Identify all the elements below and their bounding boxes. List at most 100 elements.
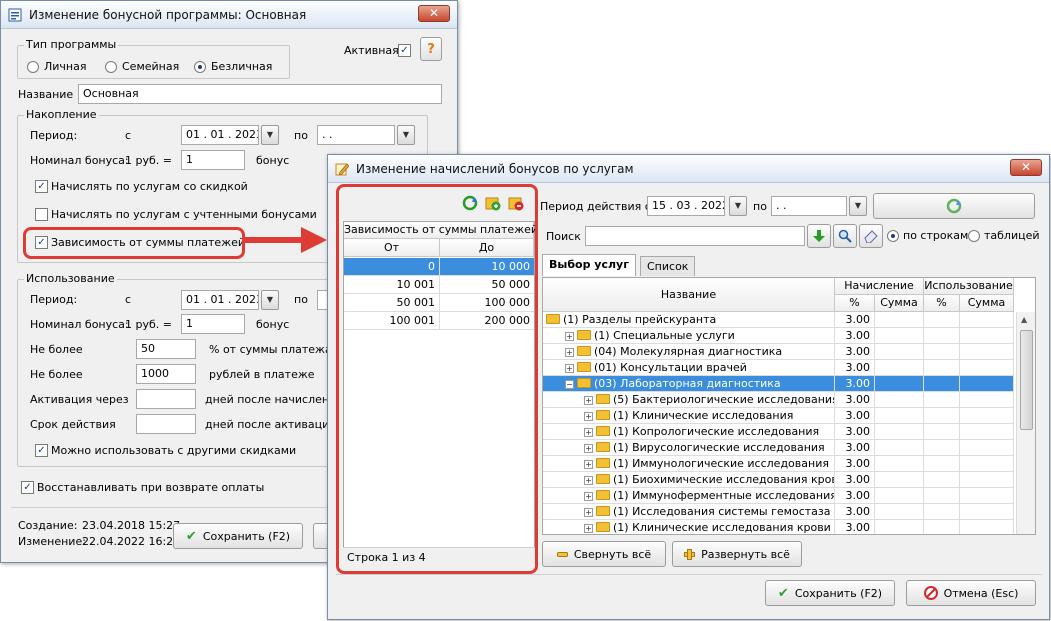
max-rub-input[interactable]: 1000 bbox=[136, 364, 196, 384]
services-row[interactable]: + (04) Молекулярная диагностика 3.00 bbox=[543, 344, 1014, 360]
scrollbar-thumb[interactable] bbox=[1020, 330, 1033, 430]
services-cell-name[interactable]: + (01) Консультации врачей bbox=[543, 360, 835, 376]
services-cell-usage-percent[interactable] bbox=[924, 360, 960, 376]
services-window-titlebar[interactable]: Изменение начислений бонусов по услугам … bbox=[328, 155, 1049, 183]
services-row[interactable]: + (1) Копрологические исследования 3.00 bbox=[543, 424, 1014, 440]
expand-node-icon[interactable]: + bbox=[565, 364, 574, 373]
services-cell-usage-percent[interactable] bbox=[924, 424, 960, 440]
services-row[interactable]: + (5) Бактериологические исследования 3.00 bbox=[543, 392, 1014, 408]
services-cell-accrual-sum[interactable] bbox=[875, 328, 924, 344]
services-cell-usage-sum[interactable] bbox=[960, 472, 1014, 488]
services-cell-usage-percent[interactable] bbox=[924, 472, 960, 488]
collapse-node-icon[interactable]: − bbox=[565, 380, 574, 389]
services-cell-name[interactable]: + (1) Исследования системы гемостаза bbox=[543, 504, 835, 520]
services-cell-usage-sum[interactable] bbox=[960, 504, 1014, 520]
services-cell-name[interactable]: + (1) Клинические исследования bbox=[543, 408, 835, 424]
services-cell-accrual-percent[interactable]: 3.00 bbox=[835, 312, 875, 328]
services-window-close-button[interactable]: ✕ bbox=[1010, 159, 1042, 176]
period-to-input[interactable]: . . bbox=[771, 196, 847, 216]
expand-node-icon[interactable]: + bbox=[584, 412, 593, 421]
services-row[interactable]: + (1) Клинические исследования крови 3.00 bbox=[543, 520, 1014, 534]
services-cell-name[interactable]: + (04) Молекулярная диагностика bbox=[543, 344, 835, 360]
services-cell-name[interactable]: + (1) Иммуноферментные исследования bbox=[543, 488, 835, 504]
services-cell-accrual-sum[interactable] bbox=[875, 488, 924, 504]
services-cell-usage-sum[interactable] bbox=[960, 424, 1014, 440]
services-row[interactable]: − (03) Лабораторная диагностика 3.00 bbox=[543, 376, 1014, 392]
search-by-rows-radio[interactable] bbox=[887, 230, 899, 242]
accum-from-date-input[interactable]: 01 . 01 . 2023 bbox=[181, 125, 259, 145]
services-row[interactable]: + (1) Клинические исследования 3.00 bbox=[543, 408, 1014, 424]
expand-node-icon[interactable]: + bbox=[584, 476, 593, 485]
services-cell-accrual-sum[interactable] bbox=[875, 392, 924, 408]
help-button[interactable]: ? bbox=[420, 37, 442, 61]
services-cell-usage-percent[interactable] bbox=[924, 488, 960, 504]
services-cell-usage-sum[interactable] bbox=[960, 408, 1014, 424]
services-cell-accrual-sum[interactable] bbox=[875, 440, 924, 456]
period-to-dropdown[interactable]: ▼ bbox=[849, 196, 867, 216]
services-cell-accrual-percent[interactable]: 3.00 bbox=[835, 392, 875, 408]
services-row[interactable]: + (1) Вирусологические исследования 3.00 bbox=[543, 440, 1014, 456]
apply-period-button[interactable] bbox=[873, 193, 1035, 219]
services-cell-accrual-percent[interactable]: 3.00 bbox=[835, 376, 875, 392]
services-cell-name[interactable]: + (1) Клинические исследования крови bbox=[543, 520, 835, 534]
services-cell-accrual-percent[interactable]: 3.00 bbox=[835, 440, 875, 456]
services-cell-usage-sum[interactable] bbox=[960, 344, 1014, 360]
program-type-impersonal-radio[interactable] bbox=[194, 61, 206, 73]
services-row[interactable]: + (01) Консультации врачей 3.00 bbox=[543, 360, 1014, 376]
services-cell-accrual-sum[interactable] bbox=[875, 312, 924, 328]
restore-on-refund-checkbox[interactable]: ✓ bbox=[21, 481, 34, 494]
services-cell-usage-percent[interactable] bbox=[924, 344, 960, 360]
services-cell-usage-sum[interactable] bbox=[960, 360, 1014, 376]
services-cell-accrual-percent[interactable]: 3.00 bbox=[835, 520, 875, 534]
usage-nominal-input[interactable]: 1 bbox=[181, 314, 245, 334]
discount-services-checkbox[interactable]: ✓ bbox=[35, 180, 48, 193]
services-cell-accrual-percent[interactable]: 3.00 bbox=[835, 344, 875, 360]
services-row[interactable]: + (1) Специальные услуги 3.00 bbox=[543, 328, 1014, 344]
services-cell-accrual-sum[interactable] bbox=[875, 504, 924, 520]
services-cell-accrual-sum[interactable] bbox=[875, 360, 924, 376]
services-cell-name[interactable]: (1) Разделы прейскуранта bbox=[543, 312, 835, 328]
services-cell-name[interactable]: − (03) Лабораторная диагностика bbox=[543, 376, 835, 392]
services-cell-accrual-percent[interactable]: 3.00 bbox=[835, 472, 875, 488]
search-button[interactable] bbox=[833, 224, 857, 248]
accum-from-date-dropdown[interactable]: ▼ bbox=[261, 125, 279, 145]
bonus-window-titlebar[interactable]: Изменение бонусной программы: Основная ✕ bbox=[1, 1, 457, 29]
name-input[interactable]: Основная bbox=[78, 84, 442, 104]
services-cell-usage-percent[interactable] bbox=[924, 520, 960, 534]
services-cell-usage-sum[interactable] bbox=[960, 520, 1014, 534]
bonus-save-button[interactable]: ✔ Сохранить (F2) bbox=[173, 523, 303, 549]
expand-node-icon[interactable]: + bbox=[565, 348, 574, 357]
services-cell-usage-sum[interactable] bbox=[960, 440, 1014, 456]
services-cell-usage-percent[interactable] bbox=[924, 504, 960, 520]
services-cell-usage-percent[interactable] bbox=[924, 376, 960, 392]
expand-node-icon[interactable]: + bbox=[584, 460, 593, 469]
expand-node-icon[interactable]: + bbox=[584, 444, 593, 453]
services-cell-accrual-sum[interactable] bbox=[875, 408, 924, 424]
services-cell-usage-sum[interactable] bbox=[960, 312, 1014, 328]
tab-list[interactable]: Список bbox=[640, 256, 696, 276]
tab-service-selection[interactable]: Выбор услуг bbox=[542, 254, 636, 276]
search-go-button[interactable] bbox=[807, 224, 831, 248]
services-save-button[interactable]: ✔ Сохранить (F2) bbox=[765, 580, 895, 606]
expand-node-icon[interactable]: + bbox=[565, 332, 574, 341]
clear-search-button[interactable] bbox=[859, 224, 883, 248]
services-cell-usage-percent[interactable] bbox=[924, 456, 960, 472]
services-cell-usage-sum[interactable] bbox=[960, 392, 1014, 408]
services-cell-name[interactable]: + (1) Иммунологические исследования bbox=[543, 456, 835, 472]
combine-discounts-checkbox[interactable]: ✓ bbox=[35, 444, 48, 457]
search-by-table-radio[interactable] bbox=[968, 230, 980, 242]
services-row[interactable]: (1) Разделы прейскуранта 3.00 bbox=[543, 312, 1014, 328]
services-cell-name[interactable]: + (1) Копрологические исследования bbox=[543, 424, 835, 440]
search-input[interactable] bbox=[585, 226, 805, 246]
services-cell-usage-percent[interactable] bbox=[924, 312, 960, 328]
services-row[interactable]: + (1) Исследования системы гемостаза 3.00 bbox=[543, 504, 1014, 520]
grid-scrollbar[interactable]: ▲ bbox=[1016, 312, 1035, 534]
services-cell-usage-sum[interactable] bbox=[960, 456, 1014, 472]
services-cell-accrual-percent[interactable]: 3.00 bbox=[835, 328, 875, 344]
services-cell-accrual-percent[interactable]: 3.00 bbox=[835, 456, 875, 472]
accum-to-date-dropdown[interactable]: ▼ bbox=[397, 125, 415, 145]
services-cell-usage-sum[interactable] bbox=[960, 488, 1014, 504]
active-checkbox[interactable]: ✓ bbox=[398, 44, 411, 57]
services-cell-accrual-percent[interactable]: 3.00 bbox=[835, 360, 875, 376]
services-cell-accrual-percent[interactable]: 3.00 bbox=[835, 504, 875, 520]
